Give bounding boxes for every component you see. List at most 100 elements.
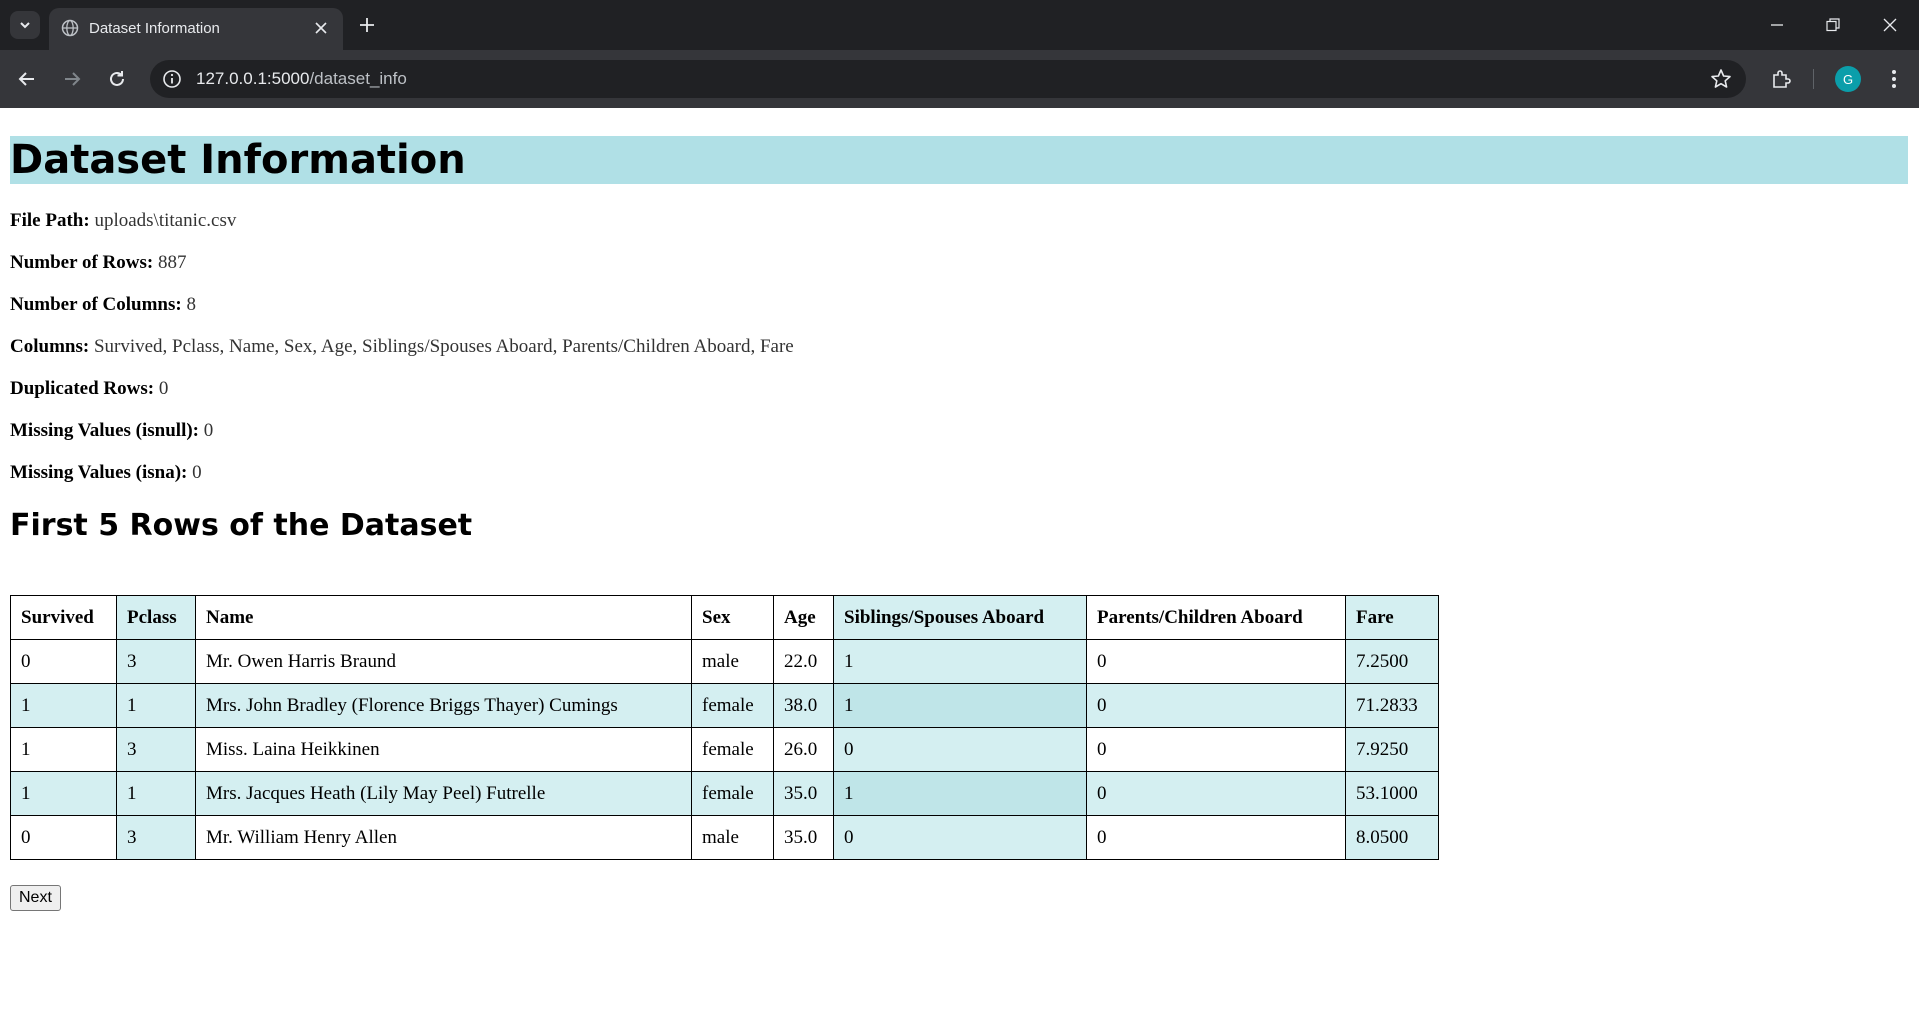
table-cell: Mr. Owen Harris Braund [195, 639, 692, 684]
table-cell: 0 [10, 639, 117, 684]
toolbar-divider [1813, 69, 1814, 89]
info-label: Duplicated Rows: [10, 378, 155, 399]
info-label: File Path: [10, 210, 90, 231]
url-path: /dataset_info [309, 69, 407, 88]
table-cell: 1 [833, 639, 1087, 684]
table-row: 0 3 Mr. William Henry Allen male 35.0 0 … [10, 815, 1439, 860]
url-host: 127.0.0.1:5000 [196, 69, 310, 88]
table-cell: 1 [10, 727, 117, 772]
tab-title: Dataset Information [89, 20, 220, 37]
info-columns-count: Number of Columns: 8 [10, 294, 196, 316]
active-tab[interactable]: Dataset Information [49, 8, 343, 50]
back-button[interactable] [12, 64, 42, 94]
close-icon [315, 22, 327, 34]
table-cell: female [691, 771, 774, 816]
table-cell: 7.2500 [1345, 639, 1439, 684]
info-value: 0 [158, 378, 169, 399]
table-cell: 1 [10, 771, 117, 816]
back-icon [18, 72, 34, 86]
avatar[interactable]: G [1835, 66, 1861, 92]
globe-icon [61, 19, 79, 37]
info-value: 887 [157, 252, 187, 273]
info-value: 8 [186, 294, 196, 315]
table-cell: 1 [833, 683, 1087, 728]
plus-icon [360, 18, 374, 32]
extensions-icon [1773, 70, 1791, 88]
info-rows: Number of Rows: 887 [10, 252, 186, 274]
table-cell: 7.9250 [1345, 727, 1439, 772]
table-row: 0 3 Mr. Owen Harris Braund male 22.0 1 0… [10, 639, 1439, 684]
table-cell: 0 [833, 727, 1087, 772]
table-cell: 26.0 [773, 727, 834, 772]
address-bar[interactable]: 127.0.0.1:5000/dataset_info [150, 60, 1746, 98]
table-cell: male [691, 815, 774, 860]
table-cell: 3 [116, 815, 196, 860]
close-window-button[interactable] [1877, 13, 1903, 37]
table-row: 1 1 Mrs. John Bradley (Florence Briggs T… [10, 683, 1439, 728]
table-cell: 35.0 [773, 815, 834, 860]
table-heading: First 5 Rows of the Dataset [10, 508, 473, 543]
table-cell: Mrs. Jacques Heath (Lily May Peel) Futre… [195, 771, 692, 816]
restore-button[interactable] [1820, 13, 1846, 37]
tab-search-button[interactable] [10, 11, 40, 39]
browser-toolbar: 127.0.0.1:5000/dataset_info [0, 50, 1919, 108]
info-label: Missing Values (isnull): [10, 420, 199, 441]
info-file-path: File Path: uploads\titanic.csv [10, 210, 236, 232]
table-row: 1 1 Mrs. Jacques Heath (Lily May Peel) F… [10, 771, 1439, 816]
table-cell: female [691, 727, 774, 772]
dataset-table: Survived Pclass Name Sex Age Siblings/Sp… [10, 595, 1439, 860]
url-text[interactable]: 127.0.0.1:5000/dataset_info [196, 69, 407, 89]
table-cell: female [691, 683, 774, 728]
info-value: Survived, Pclass, Name, Sex, Age, Siblin… [93, 336, 794, 357]
info-label: Number of Rows: [10, 252, 154, 273]
extensions-button[interactable] [1766, 64, 1796, 94]
table-cell: 71.2833 [1345, 683, 1439, 728]
table-cell: 8.0500 [1345, 815, 1439, 860]
table-cell: 1 [10, 683, 117, 728]
page-title: Dataset Information [10, 136, 1908, 184]
reload-button[interactable] [102, 64, 132, 94]
info-label: Number of Columns: [10, 294, 182, 315]
next-button[interactable]: Next [10, 885, 61, 911]
chevron-down-icon [20, 22, 30, 29]
info-value: 0 [203, 420, 214, 441]
col-header: Siblings/Spouses Aboard [833, 595, 1087, 640]
info-missing-isnull: Missing Values (isnull): 0 [10, 420, 213, 442]
table-cell: 22.0 [773, 639, 834, 684]
star-icon[interactable] [1710, 68, 1732, 90]
table-cell: 0 [1086, 771, 1346, 816]
table-cell: 3 [116, 639, 196, 684]
table-cell: male [691, 639, 774, 684]
col-header: Survived [10, 595, 117, 640]
restore-icon [1826, 18, 1840, 32]
forward-button[interactable] [57, 64, 87, 94]
table-cell: 35.0 [773, 771, 834, 816]
table-cell: 1 [833, 771, 1087, 816]
col-header: Parents/Children Aboard [1086, 595, 1346, 640]
menu-button[interactable] [1879, 64, 1909, 94]
new-tab-button[interactable] [354, 12, 380, 38]
info-columns: Columns: Survived, Pclass, Name, Sex, Ag… [10, 336, 794, 358]
info-missing-isna: Missing Values (isna): 0 [10, 462, 202, 484]
col-header: Pclass [116, 595, 196, 640]
more-icon [1892, 70, 1896, 88]
forward-icon [65, 72, 81, 86]
col-header: Sex [691, 595, 774, 640]
close-icon [1883, 18, 1897, 32]
info-icon[interactable] [162, 69, 182, 89]
col-header: Age [773, 595, 834, 640]
info-value: 0 [192, 462, 202, 483]
table-cell: 0 [1086, 639, 1346, 684]
info-value: uploads\titanic.csv [94, 210, 237, 231]
table-cell: 1 [116, 771, 196, 816]
minimize-button[interactable] [1764, 13, 1790, 37]
table-cell: 38.0 [773, 683, 834, 728]
col-header: Name [195, 595, 692, 640]
tab-strip: Dataset Information [0, 0, 1919, 50]
minimize-icon [1771, 24, 1783, 26]
table-header-row: Survived Pclass Name Sex Age Siblings/Sp… [10, 595, 1439, 640]
close-tab-button[interactable] [311, 18, 331, 38]
table-cell: Mrs. John Bradley (Florence Briggs Thaye… [195, 683, 692, 728]
table-cell: 0 [1086, 727, 1346, 772]
reload-icon [110, 71, 124, 86]
